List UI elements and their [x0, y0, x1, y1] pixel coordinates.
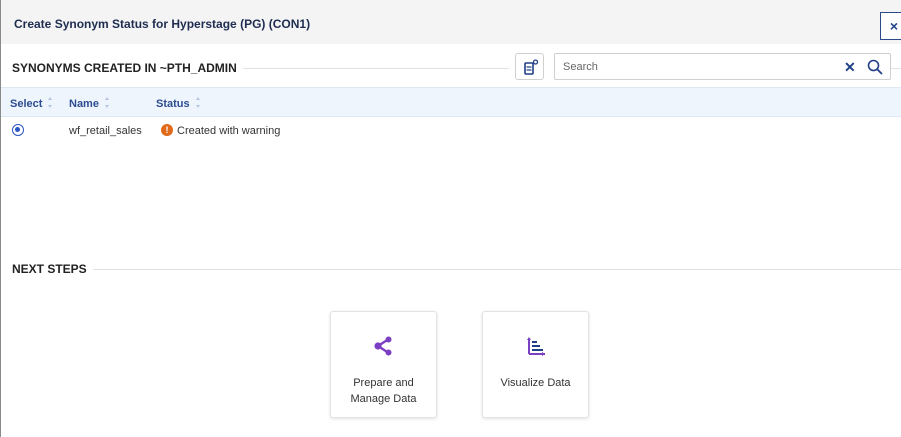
section-divider	[891, 68, 901, 69]
clear-search-icon[interactable]: ✕	[844, 60, 856, 74]
section-divider	[243, 68, 509, 69]
sort-icon	[195, 97, 200, 108]
column-header-name[interactable]: Name	[69, 97, 110, 110]
select-radio[interactable]	[12, 124, 24, 136]
close-icon: ×	[889, 18, 899, 34]
search-input[interactable]	[555, 54, 825, 79]
prepare-manage-data-card[interactable]: Prepare and Manage Data	[330, 311, 437, 418]
warning-icon: !	[161, 124, 173, 136]
card-label: Prepare and	[353, 377, 414, 389]
bar-chart-icon	[527, 337, 545, 356]
synonym-status: Created with warning	[177, 125, 281, 137]
synonym-name: wf_retail_sales	[69, 125, 142, 137]
column-header-select[interactable]: Select	[10, 97, 53, 110]
synonyms-section-heading: SYNONYMS CREATED IN ~PTH_ADMIN	[12, 61, 237, 75]
column-settings-icon	[524, 59, 539, 75]
share-graph-icon	[374, 336, 392, 356]
dialog-title: Create Synonym Status for Hyperstage (PG…	[14, 17, 311, 31]
table-header: Select Name Status	[1, 87, 901, 117]
create-synonym-status-dialog: Create Synonym Status for Hyperstage (PG…	[0, 0, 901, 437]
sort-icon	[48, 97, 53, 108]
dialog-titlebar: Create Synonym Status for Hyperstage (PG…	[1, 0, 901, 44]
search-icon[interactable]	[867, 59, 883, 75]
visualize-data-card[interactable]: Visualize Data	[482, 311, 589, 418]
card-label: Manage Data	[350, 393, 417, 405]
column-header-status[interactable]: Status	[156, 97, 200, 110]
next-steps-heading: NEXT STEPS	[12, 262, 87, 276]
sort-icon	[105, 97, 110, 108]
section-divider	[93, 269, 901, 270]
column-settings-button[interactable]	[515, 53, 544, 80]
close-button[interactable]: ×	[880, 12, 901, 40]
search-box: ✕	[554, 53, 891, 80]
table-row[interactable]: wf_retail_sales ! Created with warning	[1, 118, 901, 144]
card-label: Visualize Data	[500, 377, 571, 389]
